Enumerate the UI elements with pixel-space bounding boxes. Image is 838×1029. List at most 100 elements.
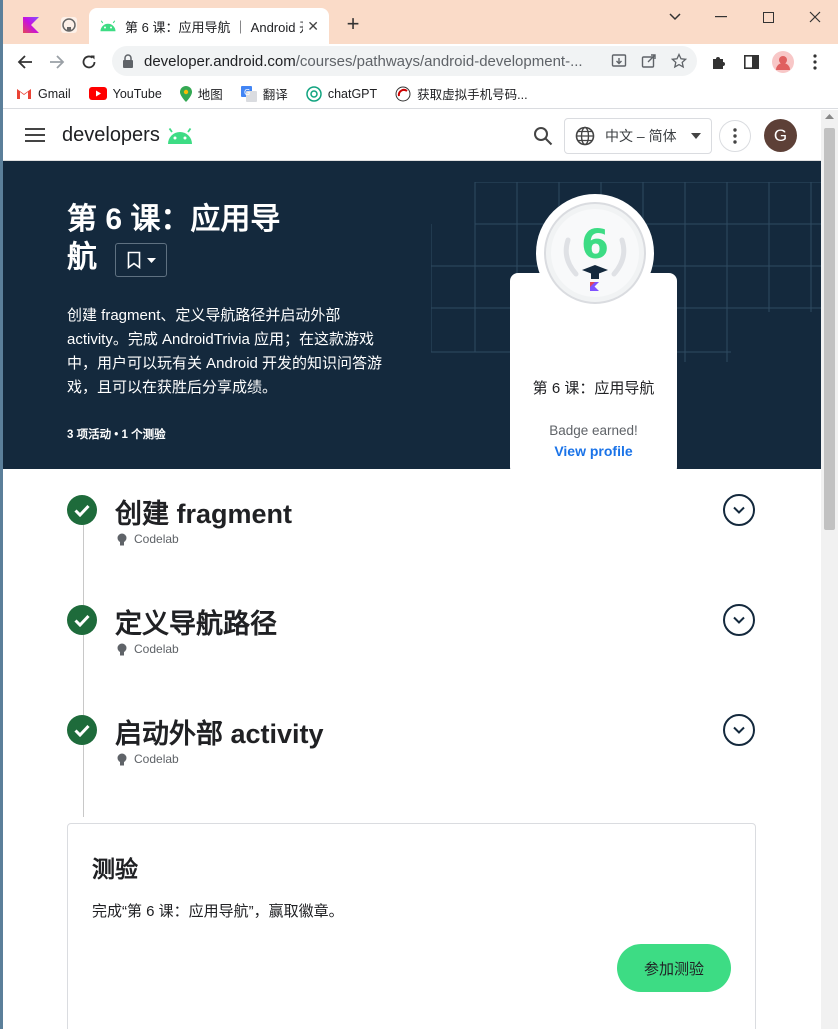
expand-button[interactable] <box>723 604 755 636</box>
bookmark-virtual-number[interactable]: 获取虚拟手机号码... <box>395 84 528 103</box>
install-icon[interactable] <box>611 53 627 69</box>
menu-icon[interactable] <box>25 127 45 143</box>
step-type: Codelab <box>117 532 179 546</box>
check-icon <box>67 715 97 745</box>
close-icon <box>809 11 821 23</box>
language-label: 中文 – 简体 <box>605 128 677 144</box>
lightbulb-icon <box>117 753 127 765</box>
forward-icon <box>50 55 65 69</box>
android-icon <box>167 127 192 144</box>
bookmark-label: 翻译 <box>262 88 288 102</box>
course-meta: 3 项活动 • 1 个测验 <box>67 429 166 441</box>
chevron-down-icon <box>146 257 156 263</box>
chevron-down-icon <box>733 726 745 734</box>
step-item[interactable]: 启动外部 activity Codelab <box>67 714 757 784</box>
step-title[interactable]: 启动外部 activity <box>115 712 324 751</box>
lightbulb-icon <box>117 533 127 545</box>
window-close-button[interactable] <box>795 4 835 30</box>
bookmark-icon <box>127 251 140 269</box>
step-type-label: Codelab <box>134 752 179 766</box>
url-text: developer.android.com/courses/pathways/a… <box>144 53 605 70</box>
minimize-icon <box>715 16 727 18</box>
language-selector[interactable]: 中文 – 简体 <box>564 118 712 154</box>
pinned-tab-kotlin[interactable] <box>14 8 48 42</box>
check-icon <box>67 495 97 525</box>
tab-search-button[interactable] <box>655 4 695 30</box>
bookmark-label: Gmail <box>38 86 71 101</box>
scrollbar-thumb[interactable] <box>824 128 835 530</box>
profile-icon <box>772 51 794 73</box>
check-icon <box>67 605 97 635</box>
bookmark-maps[interactable]: 地图 <box>179 84 223 103</box>
step-type-label: Codelab <box>134 532 179 546</box>
chevron-down-icon <box>669 13 681 21</box>
chatgpt-icon <box>306 85 322 102</box>
maps-pin-icon <box>179 85 192 102</box>
chrome-menu-button[interactable] <box>802 49 828 75</box>
search-icon[interactable] <box>533 126 553 146</box>
chevron-down-icon <box>733 616 745 624</box>
avatar[interactable]: G <box>764 119 797 152</box>
maximize-button[interactable] <box>748 4 788 30</box>
step-type-label: Codelab <box>134 642 179 656</box>
gmail-icon <box>16 88 32 100</box>
svg-text:G: G <box>244 88 250 97</box>
android-icon <box>100 20 116 32</box>
take-quiz-button[interactable]: 参加测验 <box>617 944 731 992</box>
active-tab[interactable]: 第 6 课：应用导航 ｜ Android 开 ✕ <box>89 8 329 44</box>
extensions-button[interactable] <box>706 49 732 75</box>
back-icon <box>17 55 32 69</box>
step-title[interactable]: 定义导航路径 <box>115 602 277 641</box>
bookmarks-bar: Gmail YouTube 地图 G 翻译 chatGPT 获取虚拟手机号码..… <box>3 79 838 109</box>
site-icon <box>395 86 411 102</box>
back-button[interactable] <box>12 49 38 75</box>
more-vert-icon <box>813 54 817 70</box>
badge-medal-icon: 6 <box>544 202 646 304</box>
browser-window: 第 6 课：应用导航 ｜ Android 开 ✕ + developer.and… <box>3 0 838 1029</box>
badge-title: 第 6 课：应用导航 <box>532 380 655 397</box>
star-icon[interactable] <box>671 53 687 69</box>
forward-button[interactable] <box>44 49 70 75</box>
close-icon[interactable]: ✕ <box>307 18 319 35</box>
more-options-button[interactable] <box>719 120 751 152</box>
tab-strip: 第 6 课：应用导航 ｜ Android 开 ✕ + <box>3 0 838 44</box>
minimize-button[interactable] <box>701 4 741 30</box>
step-title[interactable]: 创建 fragment <box>115 492 292 531</box>
bookmark-translate[interactable]: G 翻译 <box>240 84 288 103</box>
bookmark-label: chatGPT <box>327 86 378 101</box>
tab-title: 第 6 课：应用导航 ｜ Android 开 <box>125 19 304 35</box>
share-icon[interactable] <box>641 53 657 69</box>
chevron-down-icon <box>733 506 745 514</box>
extension-icon <box>713 57 725 69</box>
bookmark-label: 地图 <box>197 88 223 102</box>
view-profile-link[interactable]: View profile <box>510 443 677 459</box>
profile-button[interactable] <box>770 49 796 75</box>
course-description: 创建 fragment、定义导航路径并启动外部 activity。完成 Andr… <box>67 307 383 396</box>
more-vert-icon <box>733 128 737 144</box>
globe-icon <box>575 126 595 146</box>
site-header: developers 中文 – 简体 G <box>3 110 821 161</box>
step-item[interactable]: 创建 fragment Codelab <box>67 494 757 564</box>
pinned-tab-github[interactable] <box>52 8 86 42</box>
url-path: /courses/pathways/android-development-..… <box>295 52 583 70</box>
bookmark-gmail[interactable]: Gmail <box>16 87 71 101</box>
bookmark-youtube[interactable]: YouTube <box>88 86 162 101</box>
side-panel-button[interactable] <box>738 49 764 75</box>
plus-icon[interactable]: + <box>339 10 367 38</box>
page-scrollbar[interactable] <box>821 110 838 1029</box>
bookmark-label: 获取虚拟手机号码... <box>417 88 528 102</box>
expand-button[interactable] <box>723 494 755 526</box>
step-item[interactable]: 定义导航路径 Codelab <box>67 604 757 674</box>
github-icon <box>61 17 77 33</box>
site-logo[interactable]: developers <box>62 124 194 147</box>
youtube-icon <box>88 87 107 100</box>
kotlin-icon <box>23 17 39 33</box>
scroll-up-icon[interactable] <box>825 114 834 119</box>
expand-button[interactable] <box>723 714 755 746</box>
bookmark-button[interactable] <box>115 243 167 277</box>
bookmark-label: YouTube <box>112 86 162 101</box>
reload-button[interactable] <box>76 49 102 75</box>
web-page: developers 中文 – 简体 G 第 6 课：应用导航 创建 fragm… <box>3 110 838 1029</box>
bookmark-chatgpt[interactable]: chatGPT <box>306 85 378 102</box>
address-bar[interactable]: developer.android.com/courses/pathways/a… <box>112 46 697 76</box>
